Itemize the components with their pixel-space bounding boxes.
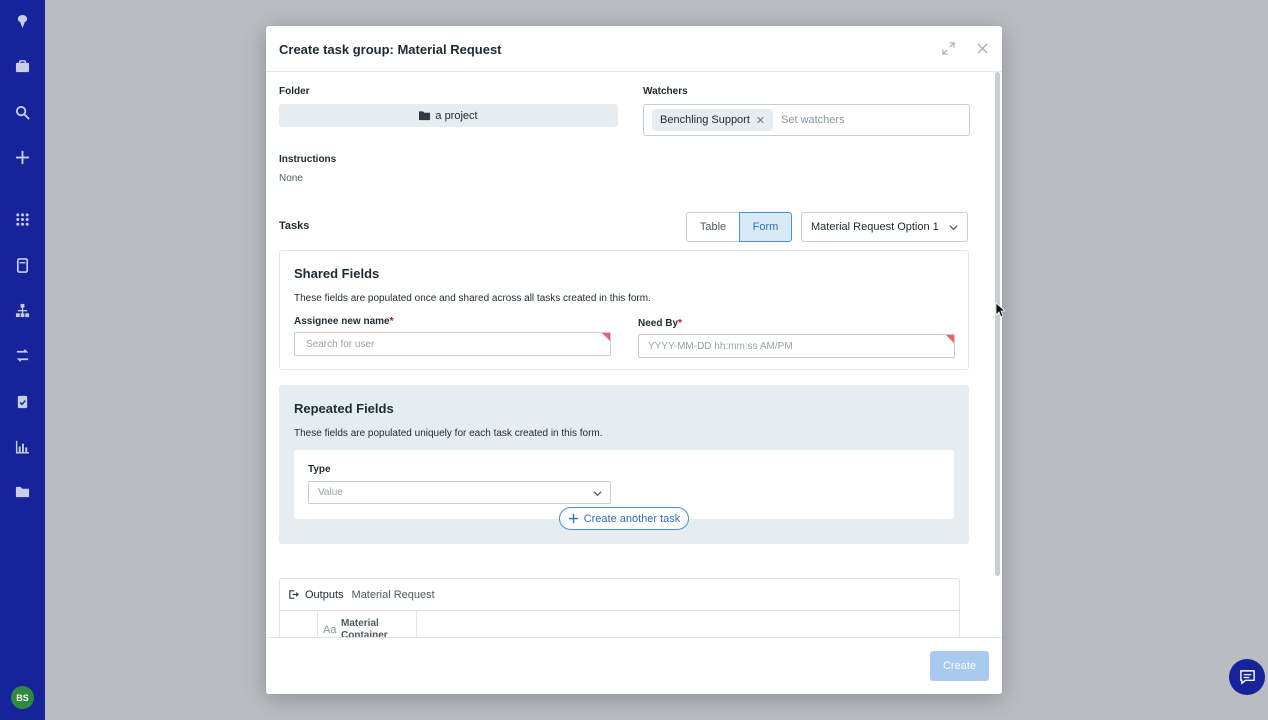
dialog-title: Create task group: Material Request (279, 42, 502, 57)
create-task-group-dialog: Create task group: Material Request Fold… (266, 26, 1002, 694)
folder-icon[interactable] (11, 480, 34, 503)
table-view-button[interactable]: Table (686, 212, 740, 242)
app-sidebar: BS (0, 0, 45, 720)
required-flag (602, 333, 610, 341)
plus-icon[interactable] (11, 146, 34, 169)
row-gutter (280, 611, 318, 637)
bar-chart-icon[interactable] (11, 435, 34, 458)
chevron-down-icon (593, 491, 602, 497)
outputs-header: Outputs Material Request (280, 579, 959, 611)
repeated-fields-title: Repeated Fields (294, 401, 394, 416)
required-flag (946, 335, 954, 343)
watchers-input[interactable]: Benchling Support ✕ Set watchers (643, 104, 970, 136)
type-placeholder: Value (318, 487, 343, 498)
outputs-table: Outputs Material Request Aa Material Con… (279, 578, 960, 637)
repeated-fields-panel: Repeated Fields These fields are populat… (279, 385, 969, 544)
required-mark: * (389, 316, 394, 327)
search-icon[interactable] (11, 101, 34, 124)
need-by-placeholder: YYYY-MM-DD hh:mm:ss AM/PM (648, 340, 793, 352)
column-header[interactable]: Aa Material Container (318, 611, 417, 637)
outputs-label: Outputs (305, 588, 344, 601)
shared-fields-panel: Shared Fields These fields are populated… (279, 250, 969, 370)
task-option-value: Material Request Option 1 (811, 221, 939, 233)
watcher-chip-label: Benchling Support (660, 114, 750, 126)
output-arrow-icon (289, 590, 299, 599)
need-by-label-text: Need By (638, 318, 679, 329)
tasks-heading: Tasks (279, 220, 310, 232)
folder-field[interactable]: a project (279, 104, 618, 127)
watchers-placeholder: Set watchers (781, 114, 845, 126)
plus-icon (568, 513, 578, 524)
folder-label: Folder (279, 86, 310, 97)
hierarchy-icon[interactable] (11, 299, 34, 322)
notebook-icon[interactable] (11, 254, 34, 277)
text-type-icon: Aa (323, 624, 337, 636)
outputs-schema: Material Request (351, 588, 435, 601)
create-another-task-button[interactable]: Create another task (559, 507, 689, 530)
required-mark: * (678, 318, 682, 329)
dialog-body: Folder a project Watchers Benchling Supp… (266, 72, 1002, 637)
remove-watcher-icon[interactable]: ✕ (756, 114, 765, 127)
form-view-button[interactable]: Form (739, 212, 792, 242)
create-button[interactable]: Create (930, 651, 989, 681)
apps-grid-icon[interactable] (11, 208, 34, 231)
benchling-logo-icon[interactable] (11, 10, 34, 33)
assignee-input[interactable]: Search for user (294, 332, 611, 356)
assignee-label: Assignee new name* (294, 316, 394, 327)
create-another-task-label: Create another task (583, 512, 681, 525)
clipboard-check-icon[interactable] (11, 390, 34, 413)
need-by-input[interactable]: YYYY-MM-DD hh:mm:ss AM/PM (638, 334, 955, 358)
expand-icon[interactable] (939, 39, 957, 57)
avatar[interactable]: BS (11, 686, 34, 709)
scrollbar[interactable] (995, 72, 1000, 576)
instructions-value: None (279, 173, 303, 184)
folder-icon (419, 111, 431, 121)
dialog-footer: Create (266, 637, 1002, 694)
watchers-label: Watchers (643, 86, 688, 97)
assignee-label-text: Assignee new name (294, 316, 390, 327)
chevron-down-icon (949, 225, 958, 231)
type-label: Type (308, 464, 331, 475)
close-icon[interactable] (973, 39, 991, 57)
repeated-fields-description: These fields are populated uniquely for … (294, 428, 603, 439)
assignee-placeholder: Search for user (306, 338, 375, 350)
mouse-cursor-icon (995, 302, 1005, 318)
shared-fields-description: These fields are populated once and shar… (294, 293, 651, 304)
instructions-label: Instructions (279, 154, 337, 165)
dialog-header: Create task group: Material Request (266, 26, 1002, 72)
task-option-select[interactable]: Material Request Option 1 (801, 212, 968, 242)
folder-value: a project (435, 109, 478, 122)
type-select[interactable]: Value (308, 481, 611, 504)
chat-button[interactable] (1229, 659, 1265, 695)
briefcase-icon[interactable] (11, 55, 34, 78)
column-name: Material Container (341, 618, 388, 637)
workflow-icon[interactable] (11, 344, 34, 367)
shared-fields-title: Shared Fields (294, 266, 380, 281)
need-by-label: Need By* (638, 318, 682, 329)
chat-icon (1239, 669, 1255, 685)
watcher-chip: Benchling Support ✕ (652, 109, 774, 131)
